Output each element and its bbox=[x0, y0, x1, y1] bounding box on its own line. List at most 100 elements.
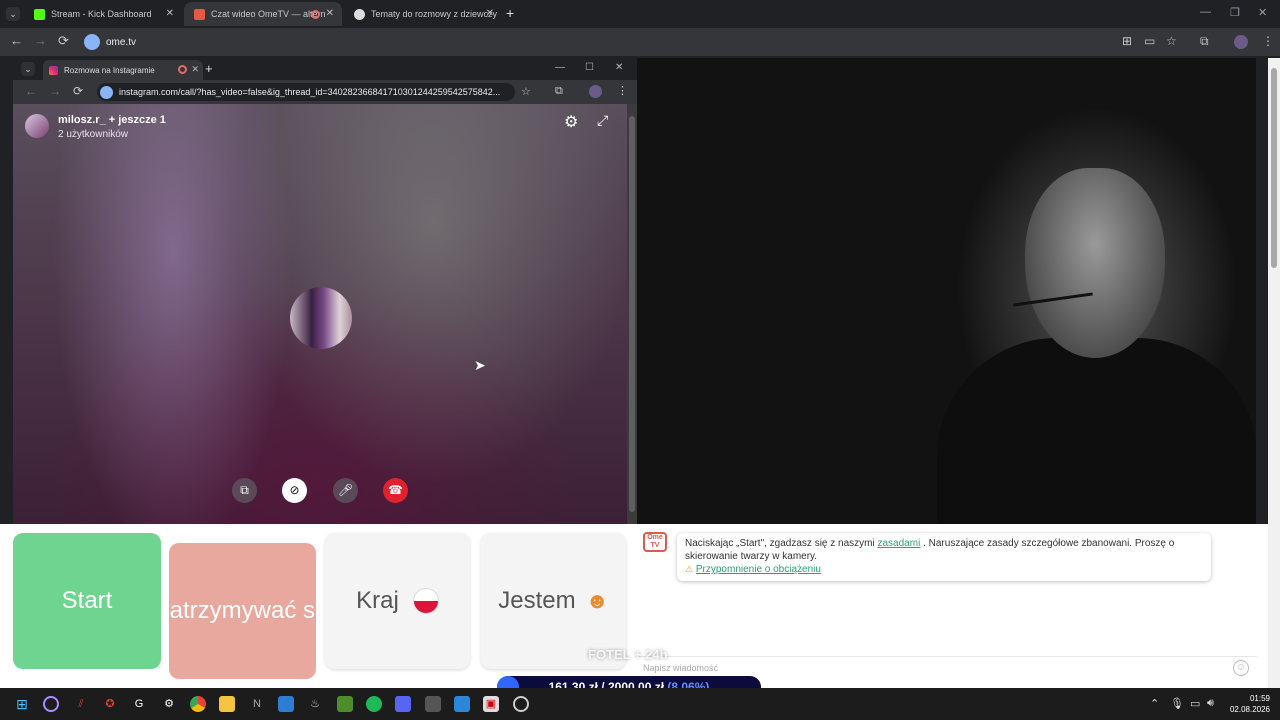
mouse-cursor: ➤ bbox=[474, 357, 486, 373]
app-white-icon[interactable]: ▣ bbox=[483, 696, 499, 712]
inner-url-text: instagram.com/call/?has_video=false&ig_t… bbox=[119, 87, 501, 97]
address-bar[interactable]: ome.tv bbox=[80, 31, 1112, 53]
bookmark-star-icon[interactable]: ☆ bbox=[1166, 34, 1177, 48]
forward-icon[interactable]: → bbox=[34, 33, 47, 48]
maximize-icon[interactable]: ❐ bbox=[1230, 6, 1240, 19]
instagram-call-view: milosz.r_ + jeszcze 1 2 użytkowników ⚙ ⤢… bbox=[13, 104, 627, 524]
start-button[interactable]: Start bbox=[13, 533, 161, 669]
steelseries-icon[interactable]: ⚙ bbox=[161, 696, 177, 712]
ometv-icon bbox=[194, 8, 205, 20]
new-tab-button[interactable]: + bbox=[506, 5, 514, 21]
search-icon[interactable] bbox=[43, 696, 59, 712]
inner-close-icon[interactable]: ✕ bbox=[615, 62, 623, 73]
close-tab-icon[interactable]: ✕ bbox=[166, 8, 174, 19]
site-info-icon[interactable] bbox=[100, 85, 113, 99]
extensions-icon[interactable]: ⧉ bbox=[555, 85, 563, 98]
app-green-icon[interactable] bbox=[337, 696, 353, 712]
discord-icon[interactable] bbox=[395, 696, 411, 712]
browser-toolbar: ← → ⟳ ome.tv ⊞ ▭ ☆ ⧉ ⋮ bbox=[0, 28, 1280, 56]
inner-tab-search-button[interactable]: ⌄ bbox=[21, 62, 35, 76]
recording-icon bbox=[178, 65, 187, 74]
file-explorer-icon[interactable] bbox=[219, 696, 235, 712]
close-tab-icon[interactable]: ✕ bbox=[326, 8, 334, 19]
stop-label: Zatrzymywać się bbox=[169, 597, 316, 624]
stop-button[interactable]: Zatrzymywać się bbox=[169, 543, 316, 679]
inner-forward-icon[interactable]: → bbox=[49, 84, 61, 98]
inner-tab-bar: ⌄ Rozmowa na Instagramie ✕ + — ☐ ✕ bbox=[13, 58, 637, 80]
inner-minimize-icon[interactable]: — bbox=[555, 62, 565, 73]
fullscreen-icon[interactable]: ⤢ bbox=[597, 112, 608, 129]
profile-avatar[interactable] bbox=[1234, 35, 1248, 49]
close-tab-icon[interactable]: ✕ bbox=[191, 64, 199, 75]
close-tab-icon[interactable]: ✕ bbox=[486, 8, 494, 19]
snipping-icon[interactable] bbox=[454, 696, 470, 712]
inner-maximize-icon[interactable]: ☐ bbox=[585, 62, 594, 73]
back-icon[interactable]: ← bbox=[10, 33, 23, 48]
inner-address-bar[interactable]: instagram.com/call/?has_video=false&ig_t… bbox=[97, 83, 515, 101]
notice-text-1: Naciskając „Start", zgadzasz się z naszy… bbox=[685, 538, 878, 549]
chrome-icon[interactable] bbox=[190, 696, 206, 712]
instagram-call-window: ⌄ Rozmowa na Instagramie ✕ + — ☐ ✕ ← → ⟳… bbox=[13, 58, 637, 524]
instagram-icon bbox=[49, 65, 58, 75]
display-tray-icon[interactable]: ▭ bbox=[1190, 697, 1200, 710]
settings-gear-icon[interactable]: ⚙ bbox=[564, 112, 578, 132]
app-red-icon[interactable]: ✪ bbox=[102, 696, 118, 712]
cast-icon[interactable]: ▭ bbox=[1144, 34, 1155, 48]
browser-tab-bar: ⌄ Stream - Kick Dashboard ✕ Czat wideo O… bbox=[0, 0, 1280, 28]
obs-icon[interactable] bbox=[513, 696, 529, 712]
call-participants-count: 2 użytkowników bbox=[58, 129, 129, 140]
app-g-icon[interactable]: G bbox=[131, 696, 147, 712]
inner-reload-icon[interactable]: ⟳ bbox=[73, 84, 83, 98]
steam-icon[interactable]: ♨ bbox=[307, 696, 323, 712]
mic-tray-icon[interactable]: 🎙︎ bbox=[1170, 697, 1184, 710]
url-text: ome.tv bbox=[106, 36, 137, 48]
extensions-icon[interactable]: ⧉ bbox=[1200, 34, 1209, 49]
inner-back-icon[interactable]: ← bbox=[25, 84, 37, 98]
warning-icon: ⚠ bbox=[685, 564, 694, 574]
bookmark-star-icon[interactable]: ☆ bbox=[521, 85, 531, 98]
tab-ometv[interactable]: Czat wideo OmeTV — altern ✕ bbox=[184, 2, 342, 26]
tab-kick-dashboard[interactable]: Stream - Kick Dashboard ✕ bbox=[24, 2, 182, 26]
camera-off-button[interactable]: ⊘ bbox=[282, 478, 307, 503]
inner-tab-instagram[interactable]: Rozmowa na Instagramie ✕ bbox=[43, 60, 203, 80]
inner-new-tab-button[interactable]: + bbox=[205, 61, 213, 76]
tab-search-button[interactable]: ⌄ bbox=[6, 7, 20, 21]
close-window-icon[interactable]: ✕ bbox=[1258, 6, 1267, 19]
profile-avatar[interactable] bbox=[589, 85, 602, 98]
tab-label: Stream - Kick Dashboard bbox=[51, 9, 152, 19]
start-label: Start bbox=[61, 587, 113, 614]
site-info-icon[interactable] bbox=[84, 34, 100, 50]
end-call-button[interactable]: ☎ bbox=[383, 478, 408, 503]
clock-time: 01:59 bbox=[1249, 694, 1270, 703]
translate-icon[interactable]: ⊞ bbox=[1122, 34, 1132, 48]
menu-icon[interactable]: ⋮ bbox=[617, 84, 628, 97]
country-button[interactable]: Kraj bbox=[325, 533, 470, 669]
stranger-video bbox=[637, 58, 1256, 524]
inner-scrollbar[interactable] bbox=[627, 104, 637, 524]
recording-icon bbox=[311, 10, 320, 19]
volume-icon[interactable]: 🔊︎ bbox=[1207, 697, 1214, 710]
person-body bbox=[937, 338, 1256, 524]
message-placeholder: Napisz wiadomość bbox=[643, 663, 719, 673]
reminder-link[interactable]: Przypomnienie o obciążeniu bbox=[696, 564, 821, 575]
tray-chevron-icon[interactable]: ⌃ bbox=[1150, 697, 1159, 710]
reload-icon[interactable]: ⟳ bbox=[58, 33, 69, 49]
tab-tematy[interactable]: Tematy do rozmowy z dziewczy ✕ bbox=[344, 2, 502, 26]
rules-link[interactable]: zasadami bbox=[878, 538, 921, 549]
screen-share-button[interactable]: ⧉ bbox=[232, 478, 257, 503]
page-scrollbar[interactable] bbox=[1268, 58, 1280, 688]
menu-icon[interactable]: ⋮ bbox=[1262, 34, 1274, 48]
minimize-icon[interactable]: — bbox=[1200, 6, 1211, 18]
rules-notice: Naciskając „Start", zgadzasz się z naszy… bbox=[677, 533, 1211, 581]
calculator-icon[interactable] bbox=[425, 696, 441, 712]
msi-icon[interactable]: ⫽ bbox=[73, 696, 89, 712]
photos-icon[interactable] bbox=[278, 696, 294, 712]
windows-start-icon[interactable]: ⊞ bbox=[14, 696, 30, 712]
system-clock[interactable]: 01:59 02.08.2026 bbox=[1226, 693, 1270, 715]
spotify-icon[interactable] bbox=[366, 696, 382, 712]
microphone-button[interactable]: 🎤︎ bbox=[333, 478, 358, 503]
clock-date: 02.08.2026 bbox=[1229, 705, 1270, 714]
inner-toolbar: ← → ⟳ instagram.com/call/?has_video=fals… bbox=[13, 80, 637, 104]
notion-icon[interactable]: N bbox=[249, 696, 265, 712]
emoji-picker-icon[interactable]: ☺ bbox=[1233, 660, 1249, 676]
